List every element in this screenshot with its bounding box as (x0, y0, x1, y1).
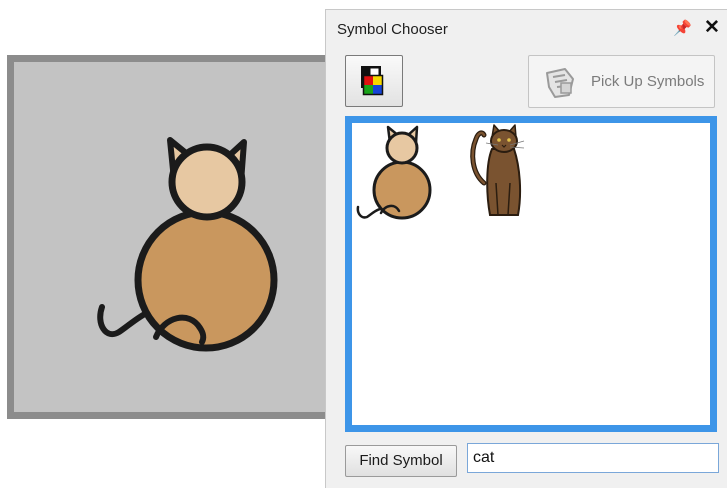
color-picker-button[interactable] (345, 55, 403, 107)
panel-title: Symbol Chooser (337, 21, 448, 38)
symbol-chooser-panel: Symbol Chooser 📌 ✕ Pick Up Symbols Find … (325, 9, 727, 488)
pick-up-symbols-label: Pick Up Symbols (591, 73, 705, 90)
symbol-search-input[interactable] (467, 443, 719, 473)
cat-symbol-preview-image (97, 137, 278, 352)
cartoon-cat-thumbnail (356, 125, 432, 220)
symbol-result-cartoon-cat[interactable] (355, 123, 445, 228)
pin-icon[interactable]: 📌 (673, 20, 692, 38)
close-icon[interactable]: ✕ (702, 18, 722, 38)
symbol-results-list (345, 116, 717, 432)
brown-cat-thumbnail (470, 124, 525, 216)
find-symbol-button[interactable]: Find Symbol (345, 445, 457, 477)
pick-up-symbols-button[interactable]: Pick Up Symbols (528, 55, 715, 108)
color-picker-icon (361, 66, 384, 96)
symbol-preview (7, 55, 335, 419)
panel-titlebar: Symbol Chooser 📌 ✕ (326, 10, 727, 48)
symbol-result-brown-cat[interactable] (464, 123, 536, 228)
hand-pickup-icon (546, 68, 574, 98)
